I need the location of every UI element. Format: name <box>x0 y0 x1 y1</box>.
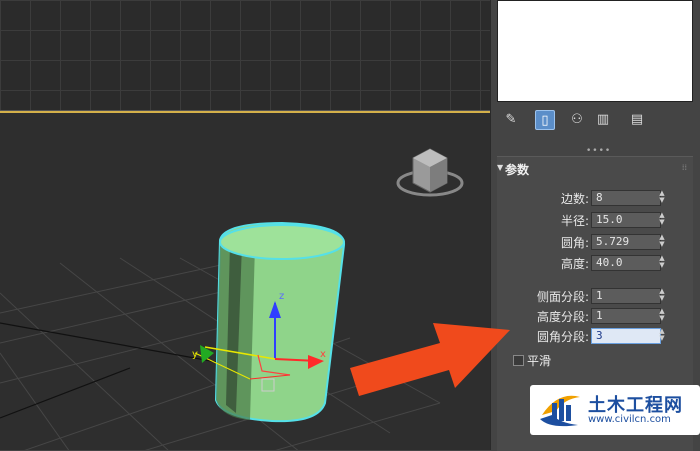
annotation-arrow-icon <box>350 323 510 396</box>
modify-toolbar: ✎ ▯ ⚇ ▥ ▤ <box>497 108 693 134</box>
side-segments-field[interactable]: 1 <box>591 288 661 304</box>
height-field[interactable]: 40.0 <box>591 255 661 271</box>
top-viewport[interactable] <box>0 0 490 111</box>
graph-icon[interactable]: ⚇ <box>567 110 587 130</box>
gizmo-z-label: z <box>279 291 284 302</box>
side-segments-spinner-icon[interactable]: ▲ ▼ <box>658 288 666 302</box>
trash-icon[interactable]: ▥ <box>593 110 613 130</box>
radius-label: 半径: <box>560 214 589 228</box>
collapse-triangle-icon[interactable]: ▼ <box>497 163 503 172</box>
panel-divider[interactable]: •••• <box>586 146 611 156</box>
gizmo-x-label: x <box>320 349 326 360</box>
fillet-field[interactable]: 5.729 <box>591 234 661 250</box>
fillet-segments-spinner-icon[interactable]: ▲ ▼ <box>658 328 666 342</box>
rollout-grip-icon: ⁞⁞ <box>681 163 687 172</box>
fillet-segments-field[interactable]: 3 <box>591 328 661 344</box>
configure-icon[interactable]: ▤ <box>627 110 647 130</box>
rollout-title[interactable]: 参数 <box>505 161 529 178</box>
modifier-stack-icon[interactable]: ▯ <box>535 110 555 130</box>
gizmo-y-label: y <box>192 349 198 360</box>
logo-mark-icon <box>540 395 580 427</box>
watermark-url: www.civilcn.com <box>588 414 671 425</box>
smooth-label: 平滑 <box>527 354 552 368</box>
radius-field[interactable]: 15.0 <box>591 212 661 228</box>
preview-box <box>497 0 693 102</box>
height-segments-field[interactable]: 1 <box>591 308 661 324</box>
height-segments-spinner-icon[interactable]: ▲ ▼ <box>658 308 666 322</box>
height-label: 高度: <box>560 257 589 271</box>
sides-label: 边数: <box>560 192 589 206</box>
pin-icon[interactable]: ✎ <box>501 110 521 130</box>
sides-field[interactable]: 8 <box>591 190 661 206</box>
chamfer-cylinder-object[interactable] <box>214 221 345 423</box>
fillet-label: 圆角: <box>560 236 589 250</box>
world-axis-y <box>0 367 131 419</box>
watermark-logo: 土木工程网 www.civilcn.com <box>530 385 700 435</box>
radius-spinner-icon[interactable]: ▲ ▼ <box>658 212 666 226</box>
fillet-spinner-icon[interactable]: ▲ ▼ <box>658 234 666 248</box>
sides-spinner-icon[interactable]: ▲ ▼ <box>658 190 666 204</box>
height-spinner-icon[interactable]: ▲ ▼ <box>658 255 666 269</box>
side-segments-label: 侧面分段: <box>536 290 589 304</box>
viewcube-icon[interactable] <box>396 148 464 197</box>
